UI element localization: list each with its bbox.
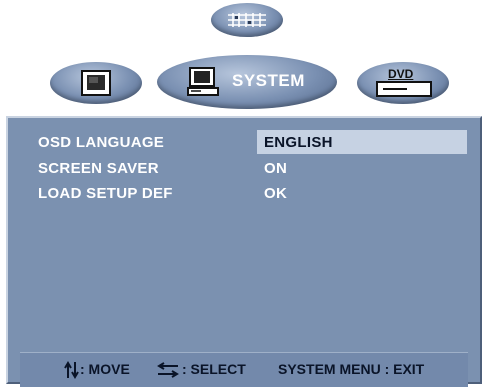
load-setup-def-label: LOAD SETUP DEF	[38, 185, 173, 202]
settings-panel	[6, 116, 482, 384]
computer-icon	[187, 67, 219, 96]
tv-icon	[81, 70, 111, 96]
load-setup-def-value[interactable]: OK	[264, 185, 287, 202]
footer-move-label: : MOVE	[80, 361, 130, 377]
osd-language-label: OSD LANGUAGE	[38, 134, 165, 151]
osd-language-value[interactable]: ENGLISH	[264, 134, 333, 151]
tab-dvd-label: DVD	[388, 67, 414, 81]
screen-saver-value[interactable]: ON	[264, 160, 287, 177]
left-right-arrows-icon	[157, 362, 179, 378]
tab-tv[interactable]	[50, 62, 142, 104]
footer-select-label: : SELECT	[182, 361, 246, 377]
up-down-arrows-icon	[64, 361, 79, 379]
tab-audio[interactable]	[211, 3, 283, 37]
tab-dvd[interactable]: DVD	[357, 62, 449, 104]
footer-exit-label: SYSTEM MENU : EXIT	[278, 361, 425, 377]
equalizer-icon	[228, 13, 266, 27]
tab-system-label: SYSTEM	[232, 71, 305, 90]
screen-saver-label: SCREEN SAVER	[38, 160, 159, 177]
